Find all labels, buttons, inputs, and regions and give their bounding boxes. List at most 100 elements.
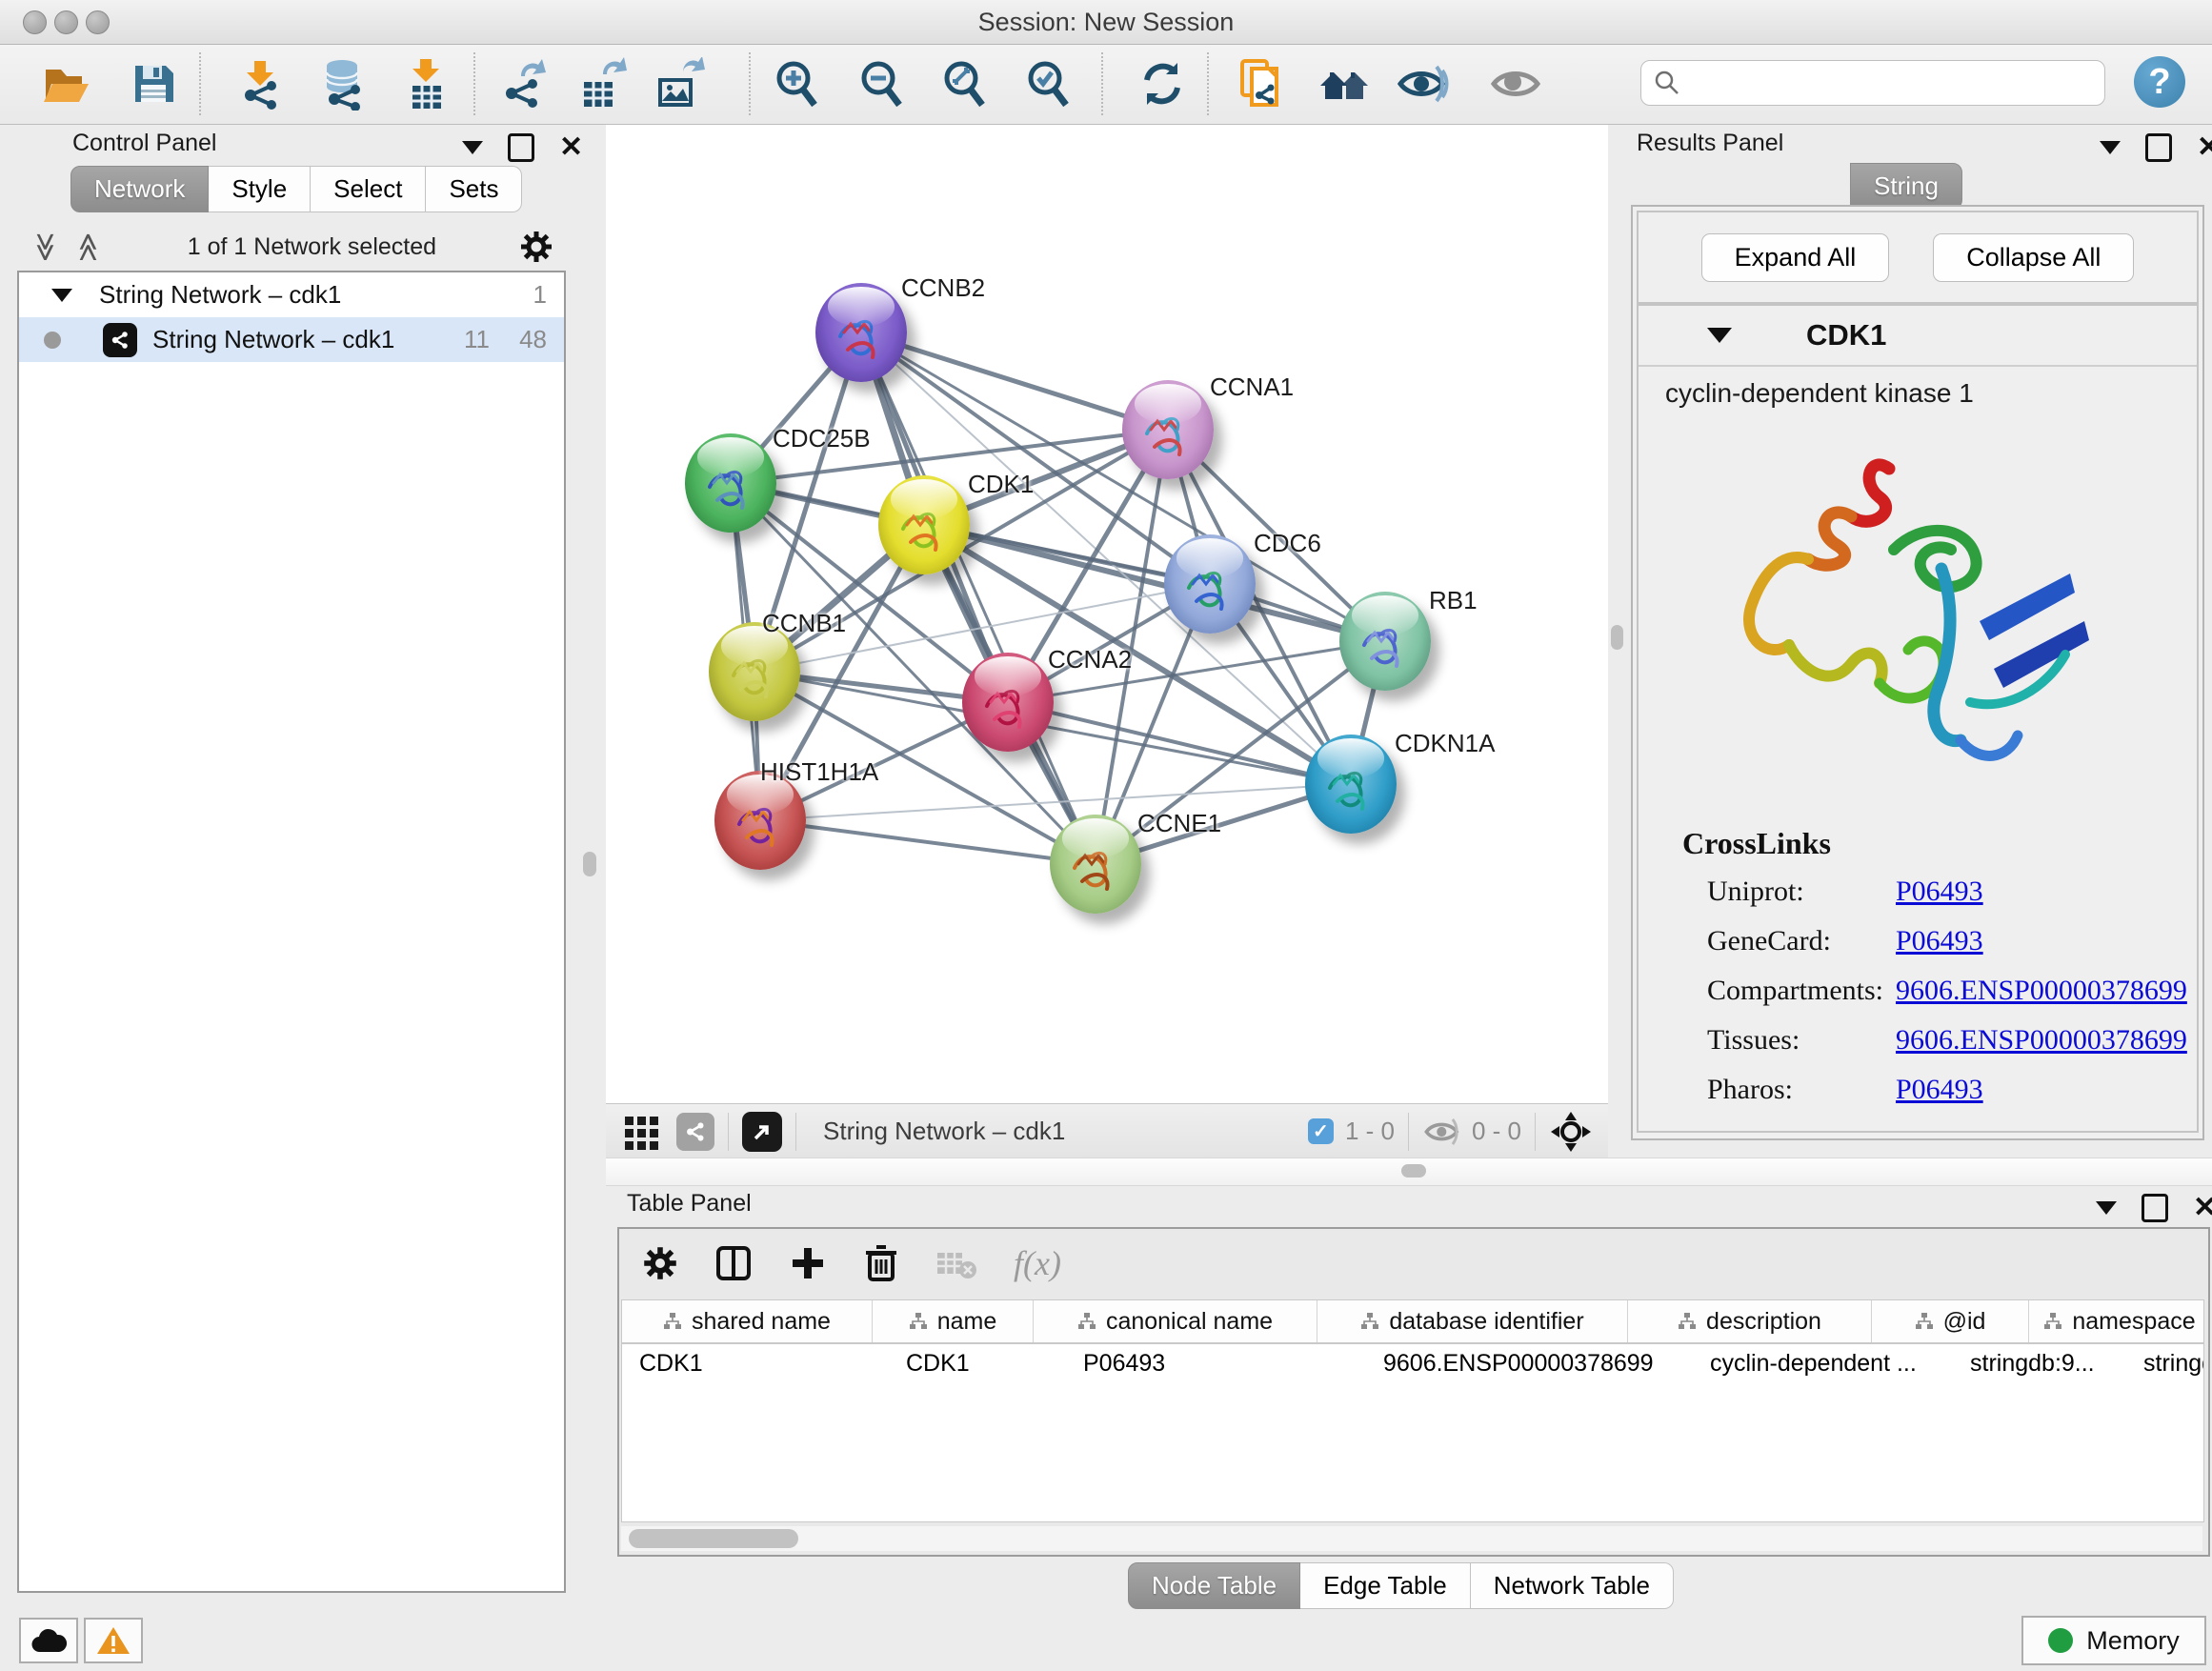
crosslink-row: Compartments:9606.ENSP00000378699 <box>1639 966 2197 1016</box>
crosslink-link[interactable]: P06493 <box>1896 876 1983 908</box>
tab-select[interactable]: Select <box>311 166 426 212</box>
collapse-section-icon[interactable] <box>1707 328 1732 343</box>
network-edge[interactable] <box>861 332 1096 864</box>
table-horizontal-scrollbar[interactable] <box>621 1526 2202 1551</box>
apply-layout-button[interactable] <box>1135 56 1190 111</box>
node-label: CCNA1 <box>1210 372 1294 402</box>
tab-node-table[interactable]: Node Table <box>1128 1562 1300 1609</box>
search-input[interactable] <box>1689 65 2104 101</box>
left-splitter-handle[interactable] <box>583 852 596 876</box>
crosslink-link[interactable]: 9606.ENSP00000378699 <box>1896 1024 2187 1057</box>
network-edge[interactable] <box>760 820 1096 864</box>
show-columns-icon[interactable] <box>714 1244 753 1282</box>
panel-close-icon[interactable]: ✕ <box>2197 136 2212 159</box>
tab-network[interactable]: Network <box>70 166 209 212</box>
delete-column-trash-icon[interactable] <box>863 1244 899 1282</box>
collapse-all-networks-icon[interactable]: ≪ <box>72 232 106 261</box>
network-node-ccna2[interactable] <box>962 653 1054 752</box>
save-session-button[interactable] <box>126 56 181 111</box>
import-network-database-button[interactable] <box>314 56 370 111</box>
right-splitter-handle[interactable] <box>1611 625 1623 650</box>
warning-icon <box>96 1625 131 1656</box>
results-panel-controls: ✕ <box>2100 133 2212 162</box>
tab-sets[interactable]: Sets <box>426 166 522 212</box>
horizontal-splitter[interactable] <box>606 1158 2212 1186</box>
panel-float-icon[interactable] <box>2142 1194 2168 1222</box>
panel-close-icon[interactable]: ✕ <box>2193 1197 2212 1219</box>
tab-network-table[interactable]: Network Table <box>1471 1562 1674 1609</box>
panel-menu-icon[interactable] <box>462 141 483 154</box>
column-header[interactable]: description <box>1628 1300 1872 1342</box>
column-header[interactable]: shared name <box>622 1300 873 1342</box>
network-node-ccne1[interactable] <box>1050 815 1141 914</box>
node-details-header[interactable]: CDK1 <box>1639 306 2197 367</box>
function-builder-icon[interactable]: f(x) <box>1014 1243 1061 1283</box>
import-table-file-button[interactable] <box>398 56 453 111</box>
first-neighbors-button[interactable] <box>1317 56 1372 111</box>
help-button[interactable]: ? <box>2134 56 2185 108</box>
panel-float-icon[interactable] <box>2145 133 2172 162</box>
cloud-status-button[interactable] <box>19 1618 78 1663</box>
clone-network-button[interactable] <box>1232 56 1287 111</box>
crosslink-link[interactable]: 9606.ENSP00000378699 <box>1896 975 2187 1007</box>
create-column-plus-icon[interactable] <box>789 1244 827 1282</box>
network-node-cdc6[interactable] <box>1164 534 1256 634</box>
network-canvas[interactable]: CCNB2 CCNA1 CDC25B <box>606 125 1608 1103</box>
panel-menu-icon[interactable] <box>2100 141 2121 154</box>
node-table-body: CDK1CDK1P064939606.ENSP00000378699cyclin… <box>622 1344 2203 1382</box>
open-in-window-icon[interactable] <box>742 1112 782 1152</box>
zoom-selected-button[interactable] <box>1021 56 1076 111</box>
memory-label: Memory <box>2086 1626 2180 1656</box>
panel-close-icon[interactable]: ✕ <box>559 136 583 159</box>
network-node-cdkn1a[interactable] <box>1305 735 1397 834</box>
tab-style[interactable]: Style <box>209 166 311 212</box>
open-session-button[interactable] <box>38 56 93 111</box>
network-node-ccna1[interactable] <box>1122 380 1214 479</box>
string-view-icon[interactable] <box>676 1113 714 1151</box>
table-row[interactable]: CDK1CDK1P064939606.ENSP00000378699cyclin… <box>622 1344 2203 1382</box>
collapse-all-button[interactable]: Collapse All <box>1933 233 2134 282</box>
birdseye-grid-icon[interactable] <box>623 1113 661 1151</box>
zoom-fit-button[interactable] <box>937 56 993 111</box>
network-node-rb1[interactable] <box>1339 592 1431 691</box>
node-navigator-icon[interactable] <box>1549 1110 1593 1154</box>
export-image-button[interactable] <box>652 56 707 111</box>
panel-menu-icon[interactable] <box>2096 1201 2117 1215</box>
bottom-splitter-handle[interactable] <box>1401 1164 1426 1178</box>
network-list-header: ≫ ≪ 1 of 1 Network selected <box>17 227 564 267</box>
zoom-in-button[interactable] <box>770 56 825 111</box>
network-edge[interactable] <box>1008 702 1351 784</box>
column-header[interactable]: database identifier <box>1317 1300 1628 1342</box>
tab-string[interactable]: String <box>1850 163 1962 210</box>
tab-edge-table[interactable]: Edge Table <box>1300 1562 1471 1609</box>
memory-button[interactable]: Memory <box>2021 1616 2206 1665</box>
column-header[interactable]: name <box>873 1300 1034 1342</box>
hide-selected-button[interactable] <box>1395 56 1450 111</box>
import-network-file-button[interactable] <box>232 56 288 111</box>
export-network-button[interactable] <box>495 56 551 111</box>
crosslink-link[interactable]: P06493 <box>1896 1074 1983 1106</box>
column-header[interactable]: @id <box>1872 1300 2029 1342</box>
network-row-selected[interactable]: String Network – cdk1 11 48 <box>19 317 564 362</box>
network-options-gear-icon[interactable] <box>520 231 553 263</box>
collection-expand-icon[interactable] <box>51 289 72 302</box>
scrollbar-thumb[interactable] <box>629 1529 798 1548</box>
network-node-cdk1[interactable] <box>878 475 970 574</box>
warnings-button[interactable] <box>84 1618 143 1663</box>
zoom-out-button[interactable] <box>855 56 910 111</box>
table-cell: P06493 <box>1066 1344 1366 1382</box>
column-header[interactable]: canonical name <box>1034 1300 1317 1342</box>
expand-all-button[interactable]: Expand All <box>1701 233 1890 282</box>
column-header[interactable]: namespace <box>2029 1300 2204 1342</box>
network-node-cdc25b[interactable] <box>685 433 776 533</box>
expand-all-networks-icon[interactable]: ≫ <box>29 232 62 261</box>
selected-checkbox-icon[interactable]: ✓ <box>1308 1118 1334 1144</box>
delete-table-icon[interactable] <box>935 1247 977 1279</box>
export-table-button[interactable] <box>573 56 629 111</box>
crosslink-link[interactable]: P06493 <box>1896 925 1983 957</box>
network-collection-row[interactable]: String Network – cdk1 1 <box>19 272 564 317</box>
show-all-button[interactable] <box>1488 56 1543 111</box>
network-node-ccnb2[interactable] <box>815 283 907 382</box>
panel-float-icon[interactable] <box>508 133 534 162</box>
table-settings-gear-icon[interactable] <box>642 1245 678 1281</box>
